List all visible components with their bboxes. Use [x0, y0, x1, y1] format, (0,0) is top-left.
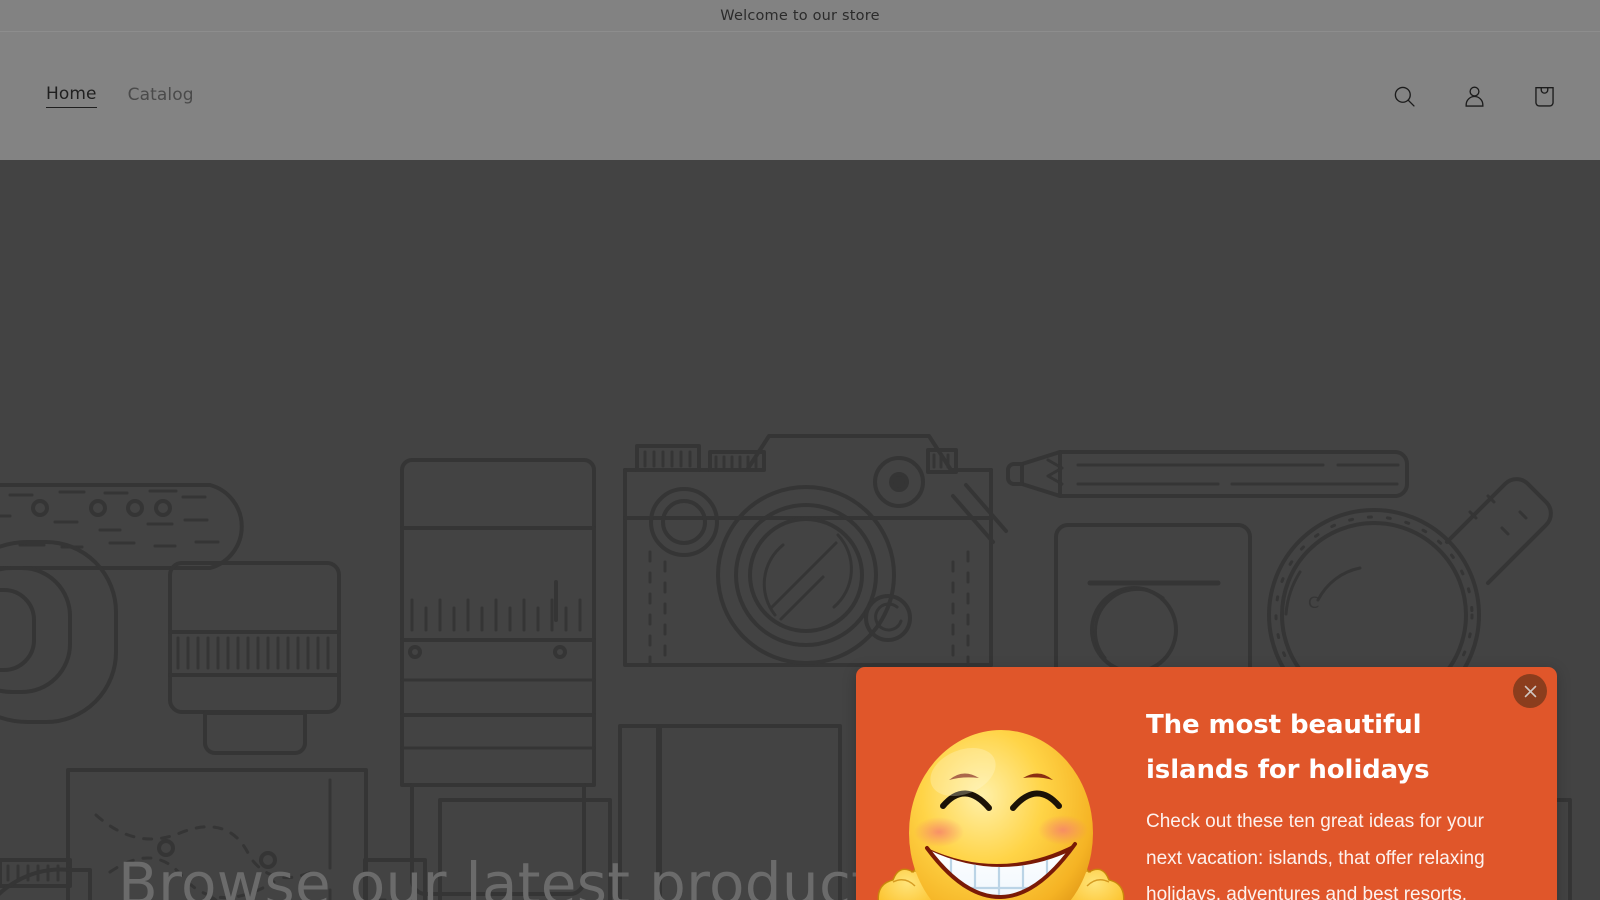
svg-text:C: C [1308, 593, 1319, 612]
nav-link-home[interactable]: Home [46, 84, 97, 108]
promo-description: Check out these ten great ideas for your… [1146, 811, 1485, 900]
nav-link-catalog[interactable]: Catalog [128, 85, 194, 108]
cart-button[interactable] [1522, 74, 1566, 118]
site-header: Home Catalog [0, 32, 1600, 160]
hero-heading: Browse our latest products [118, 850, 905, 900]
header-actions [1382, 74, 1566, 118]
shopping-bag-icon [1531, 83, 1558, 110]
promo-popup: The most beautiful islands for holidays … [856, 667, 1557, 900]
close-icon[interactable] [1513, 674, 1547, 708]
main-navigation: Home Catalog [46, 84, 194, 108]
announcement-bar: Welcome to our store [0, 0, 1600, 32]
grinning-smiley-icon [877, 729, 1125, 900]
hero-banner: C Browse our latest products The most be… [0, 160, 1600, 900]
promo-image [856, 667, 1140, 900]
user-icon [1461, 83, 1488, 110]
promo-title: The most beautiful islands for holidays [1146, 710, 1430, 785]
search-icon [1391, 83, 1418, 110]
promo-content: The most beautiful islands for holidays … [1140, 667, 1557, 900]
announcement-text: Welcome to our store [720, 7, 880, 24]
account-button[interactable] [1452, 74, 1496, 118]
search-button[interactable] [1382, 74, 1426, 118]
